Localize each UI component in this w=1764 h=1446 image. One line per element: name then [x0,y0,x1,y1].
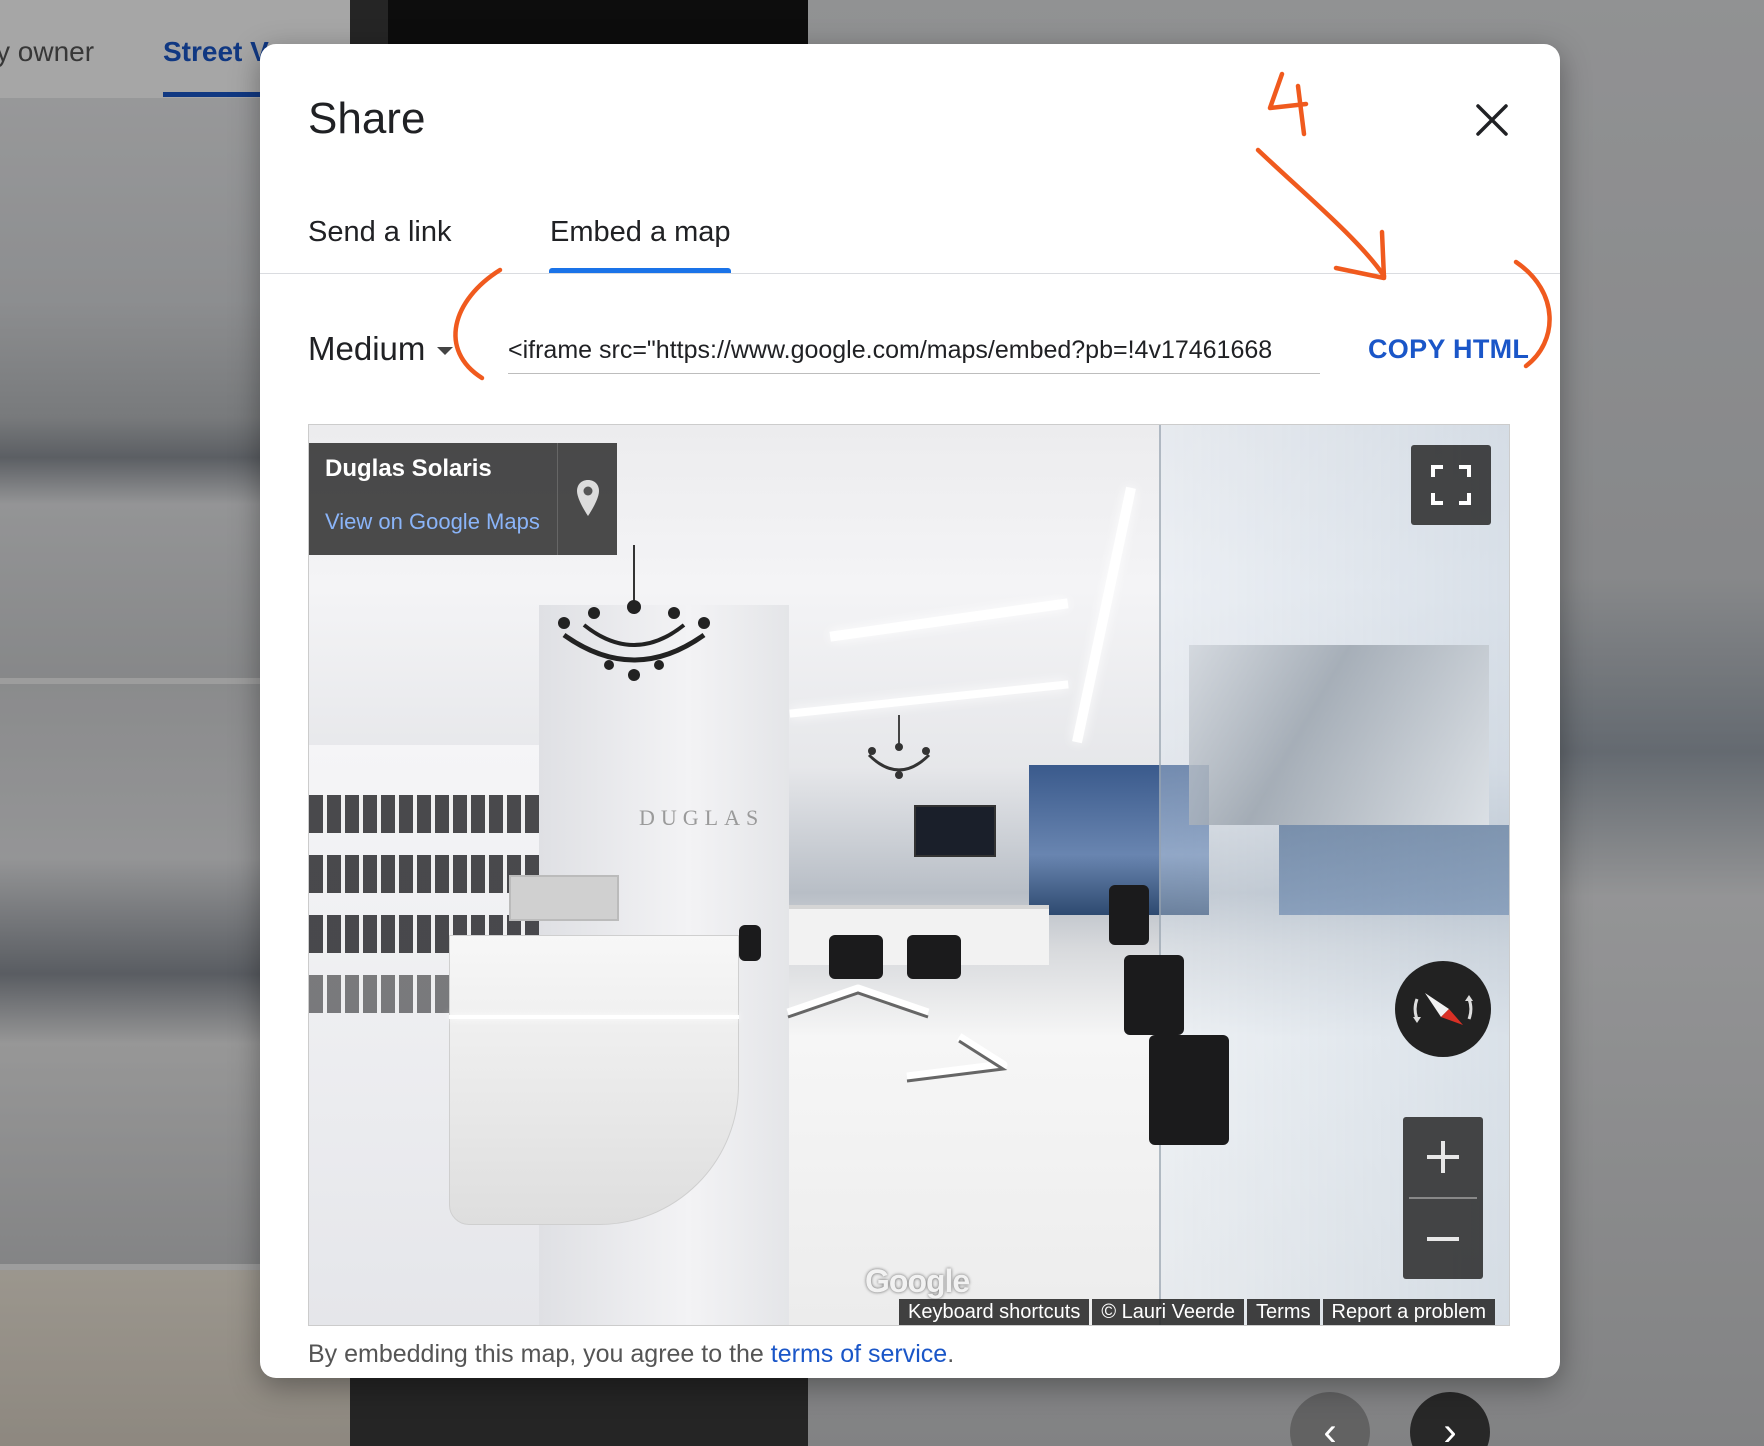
salon-chair [739,925,761,961]
shelf-products [309,855,539,893]
fullscreen-button[interactable] [1411,445,1491,525]
terms-link[interactable]: Terms [1247,1299,1320,1325]
ceiling-light [789,680,1069,718]
terms-notice: By embedding this map, you agree to the … [308,1340,954,1369]
terms-of-service-link[interactable]: terms of service [771,1340,947,1368]
caret-down-icon [437,347,454,355]
photo-credit[interactable]: © Lauri Veerde [1092,1299,1245,1325]
close-button[interactable] [1460,88,1524,152]
compass-control[interactable] [1395,961,1491,1057]
place-info: Duglas Solaris View on Google Maps [309,443,557,555]
reception-light-strip [449,1015,739,1019]
wall-screen [914,805,996,857]
place-pin-button[interactable] [557,443,617,555]
embed-map-preview[interactable]: DUGLAS Duglas Solaris View on Google Map… [308,424,1510,1326]
move-right-arrow-icon[interactable] [899,1031,1019,1087]
share-tabs: Send a link Embed a map [260,194,1560,274]
terms-notice-text: By embedding this map, you agree to the [308,1340,771,1368]
compass-icon [1413,993,1473,1025]
zoom-in-button[interactable] [1403,1117,1483,1197]
google-logo: Google [865,1263,970,1299]
report-a-problem-link[interactable]: Report a problem [1322,1299,1496,1325]
store-sign: DUGLAS [639,805,765,830]
map-size-value: Medium [308,330,426,367]
dialog-title: Share [308,94,426,143]
zoom-controls [1403,1117,1483,1279]
tab-send-a-link[interactable]: Send a link [308,216,452,249]
minus-icon [1427,1237,1459,1241]
salon-chair [1124,955,1184,1035]
salon-chair [1109,885,1149,945]
tab-embed-a-map[interactable]: Embed a map [550,216,731,249]
active-tab-indicator [549,268,731,273]
chandelier-icon [558,545,710,681]
map-footer: Keyboard shortcuts © Lauri Veerde Terms … [899,1299,1496,1325]
salon-chair [1149,1035,1229,1145]
chandelier-icon [867,715,931,779]
place-name: Duglas Solaris [325,455,492,482]
embed-code-field[interactable] [508,328,1320,374]
salon-chair [829,935,883,979]
wall-poster [1189,645,1489,825]
terms-notice-suffix: . [947,1340,955,1368]
map-size-dropdown[interactable]: Medium [308,330,454,368]
salon-chair [907,935,961,979]
view-on-google-maps-link[interactable]: View on Google Maps [325,509,541,535]
ceiling-light [829,598,1069,642]
share-dialog: Share Send a link Embed a map Medium COP… [260,44,1560,1378]
shelf-products [309,795,539,833]
map-pin-icon [576,480,599,516]
ceiling-light [1072,486,1136,744]
reception-computer [509,875,619,921]
move-forward-arrow-icon[interactable] [783,981,933,1021]
reception-desk [449,935,739,1225]
fullscreen-icon [1431,465,1471,505]
place-info-card: Duglas Solaris View on Google Maps [309,443,617,555]
zoom-out-button[interactable] [1403,1199,1483,1279]
close-icon [1476,104,1508,136]
plus-icon [1427,1141,1459,1173]
keyboard-shortcuts-link[interactable]: Keyboard shortcuts [899,1299,1090,1325]
copy-html-button[interactable]: COPY HTML [1368,334,1529,365]
